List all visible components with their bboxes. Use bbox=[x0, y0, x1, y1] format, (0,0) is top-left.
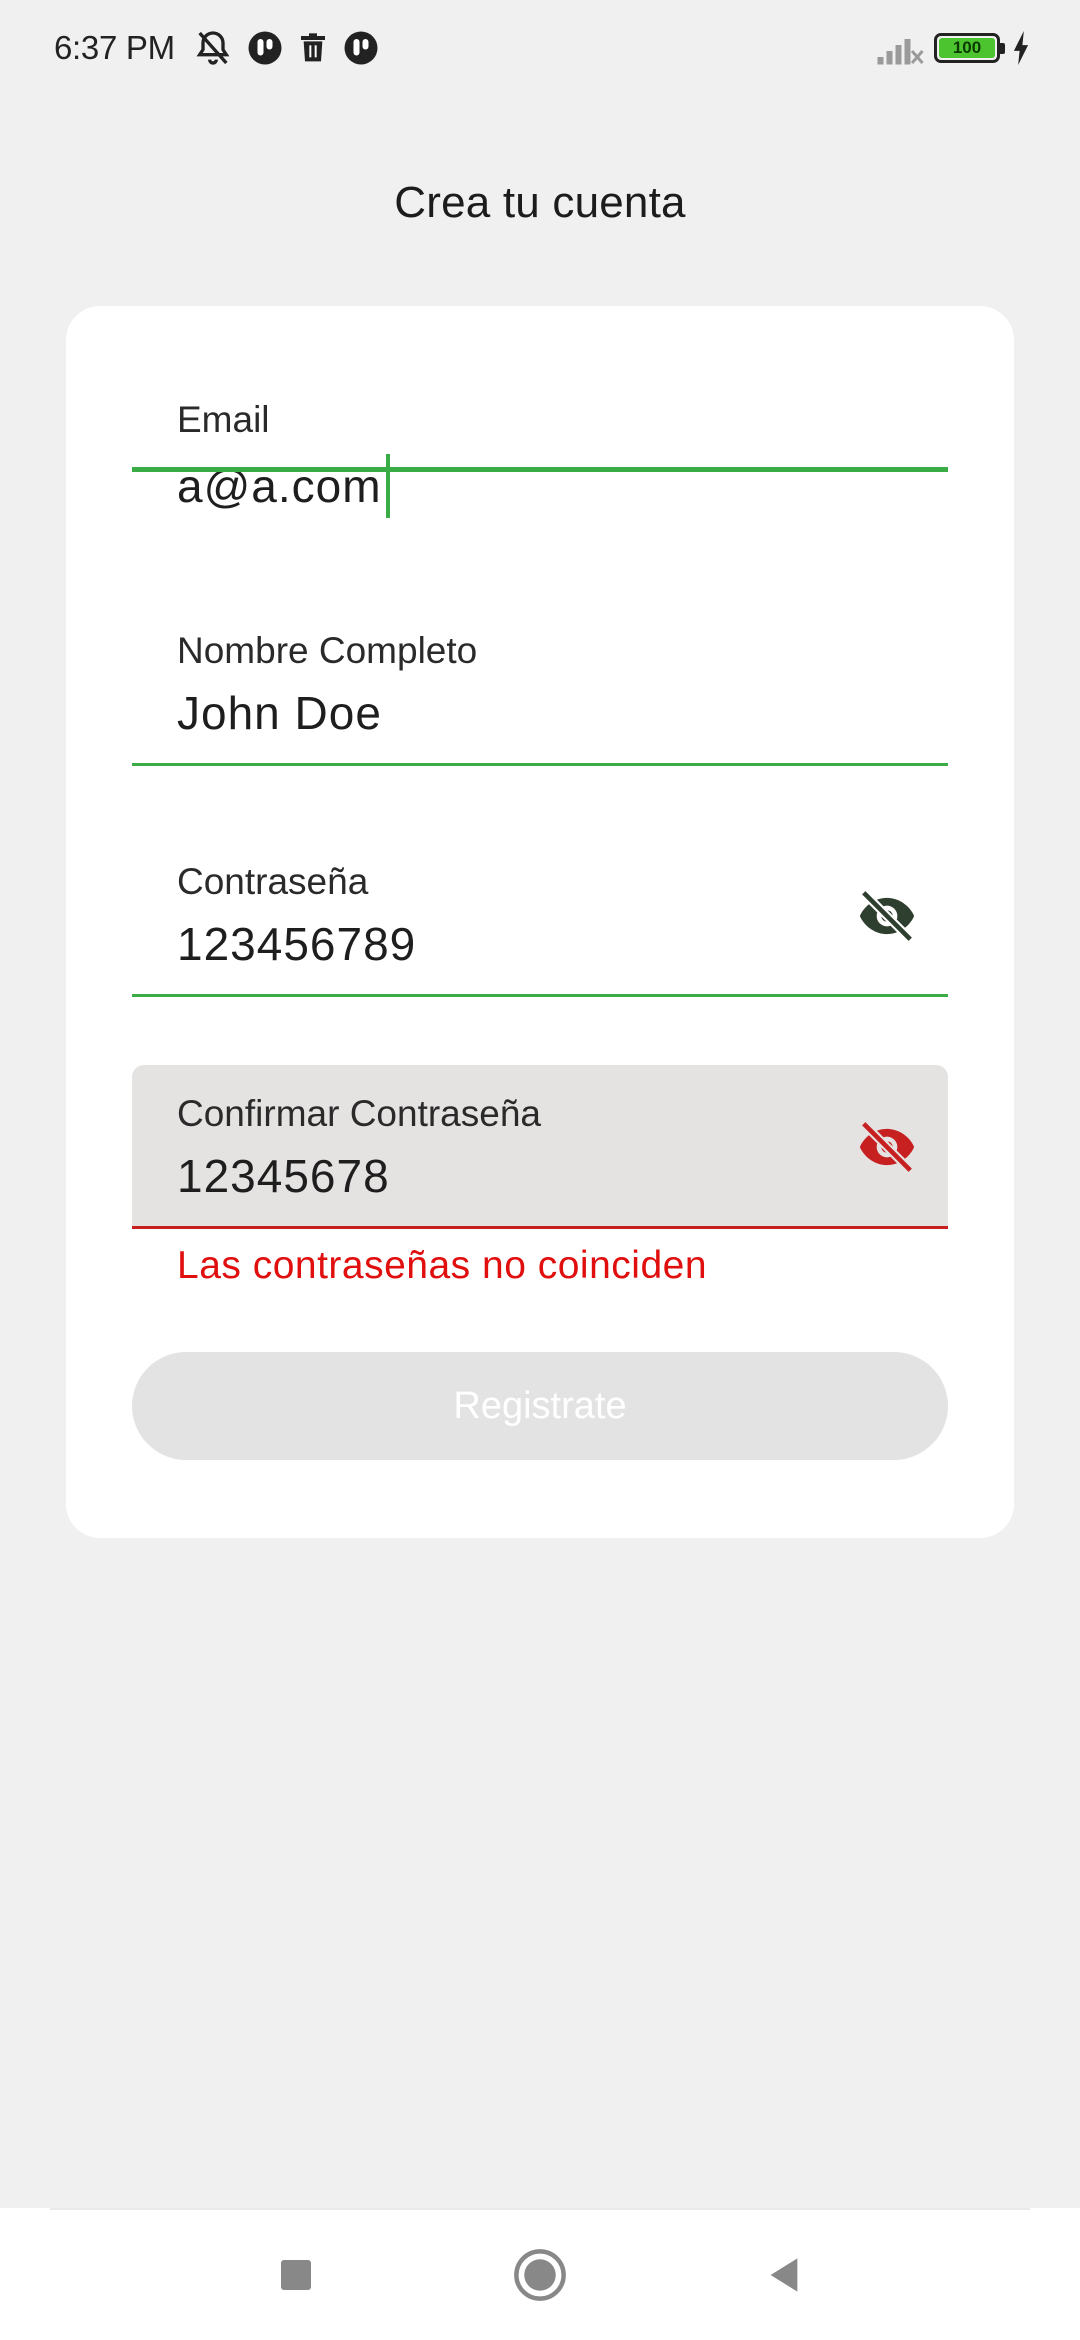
status-bar: 6:37 PM 100 bbox=[0, 0, 1080, 96]
app-notification-icon bbox=[248, 31, 282, 65]
nav-divider bbox=[50, 2208, 1030, 2210]
email-value-wrap[interactable]: a@a.com bbox=[177, 454, 390, 518]
full-name-label: Nombre Completo bbox=[177, 630, 478, 671]
recents-button[interactable] bbox=[269, 2248, 323, 2302]
visibility-off-icon[interactable] bbox=[856, 885, 918, 947]
full-name-field[interactable]: Nombre Completo John Doe bbox=[132, 600, 948, 766]
password-mismatch-error: Las contraseñas no coinciden bbox=[177, 1244, 708, 1287]
full-name-value[interactable]: John Doe bbox=[177, 686, 382, 740]
app-notification-icon bbox=[344, 31, 378, 65]
confirm-password-field[interactable]: Confirmar Contraseña 12345678 bbox=[132, 1065, 948, 1229]
trash-icon bbox=[300, 33, 325, 62]
navigation-bar bbox=[0, 2208, 1080, 2340]
confirm-password-underline bbox=[132, 1226, 948, 1229]
battery-icon: 100 bbox=[934, 33, 1005, 63]
home-circle-icon bbox=[514, 2249, 566, 2301]
text-cursor bbox=[385, 454, 390, 518]
email-label: Email bbox=[177, 399, 270, 440]
status-right: 100 bbox=[876, 30, 1032, 66]
battery-level: 100 bbox=[939, 38, 995, 58]
page-title: Crea tu cuenta bbox=[394, 178, 686, 227]
password-value[interactable]: 123456789 bbox=[177, 917, 416, 971]
home-button[interactable] bbox=[513, 2248, 567, 2302]
confirm-password-value[interactable]: 12345678 bbox=[177, 1149, 390, 1203]
email-field[interactable]: Email a@a.com bbox=[132, 306, 948, 518]
register-button[interactable]: Registrate bbox=[132, 1352, 948, 1460]
back-button[interactable] bbox=[757, 2248, 811, 2302]
charging-icon bbox=[1013, 31, 1029, 65]
password-label: Contraseña bbox=[177, 861, 369, 902]
password-field[interactable]: Contraseña 123456789 bbox=[132, 831, 948, 997]
confirm-password-label: Confirmar Contraseña bbox=[177, 1093, 541, 1134]
back-triangle-icon bbox=[770, 2258, 798, 2292]
status-time: 6:37 PM bbox=[54, 29, 175, 66]
signal-off-icon bbox=[877, 39, 924, 65]
recents-square-icon bbox=[281, 2260, 311, 2290]
visibility-off-icon[interactable] bbox=[856, 1116, 918, 1178]
notification-icons bbox=[193, 28, 379, 68]
password-underline bbox=[132, 994, 948, 997]
email-underline bbox=[132, 467, 948, 472]
full-name-underline bbox=[132, 763, 948, 766]
status-left: 6:37 PM bbox=[54, 28, 379, 68]
muted-bell-icon bbox=[196, 31, 230, 65]
